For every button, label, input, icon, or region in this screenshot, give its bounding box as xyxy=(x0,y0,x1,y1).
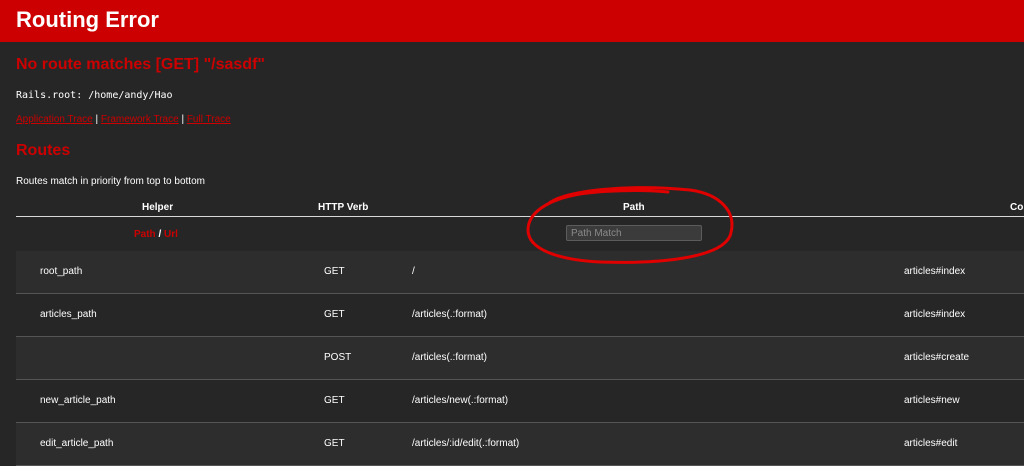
route-path: /articles(.:format) xyxy=(412,352,488,363)
page-body: No route matches [GET] "/sasdf" Rails.ro… xyxy=(0,42,1024,466)
filter-row: Path / Url xyxy=(16,217,1024,251)
table-row: root_path GET / articles#index xyxy=(16,251,1024,294)
column-header-http-verb: HTTP Verb xyxy=(318,202,369,213)
route-controller: articles#new xyxy=(904,395,960,406)
route-path: /articles/new(.:format) xyxy=(412,395,509,406)
route-verb: GET xyxy=(324,309,345,320)
route-controller: articles#index xyxy=(904,309,966,320)
route-path: / xyxy=(412,266,415,277)
table-row: articles_path GET /articles(.:format) ar… xyxy=(16,294,1024,337)
column-header-controller: Co xyxy=(1010,202,1024,213)
route-helper: articles_path xyxy=(40,309,97,320)
route-verb: GET xyxy=(324,438,345,449)
route-controller: articles#edit xyxy=(904,438,958,449)
full-trace-link[interactable]: Full Trace xyxy=(187,114,231,125)
header-bar: Routing Error xyxy=(0,0,1024,42)
routes-subtitle: Routes match in priority from top to bot… xyxy=(16,176,205,187)
route-verb: POST xyxy=(324,352,352,363)
page-title: Routing Error xyxy=(16,7,159,32)
trace-separator: | xyxy=(92,114,101,125)
table-row: POST /articles(.:format) articles#create xyxy=(16,337,1024,380)
route-helper: root_path xyxy=(40,266,83,277)
url-helper-link[interactable]: Url xyxy=(164,229,178,240)
route-controller: articles#index xyxy=(904,266,966,277)
route-path: /articles(.:format) xyxy=(412,309,488,320)
route-helper: new_article_path xyxy=(40,395,116,406)
table-row: edit_article_path GET /articles/:id/edit… xyxy=(16,423,1024,466)
framework-trace-link[interactable]: Framework Trace xyxy=(101,114,179,125)
table-header-row: Helper HTTP Verb Path Co xyxy=(16,200,1024,217)
route-path: /articles/:id/edit(.:format) xyxy=(412,438,520,449)
route-controller: articles#create xyxy=(904,352,970,363)
table-row: new_article_path GET /articles/new(.:for… xyxy=(16,380,1024,423)
application-trace-link[interactable]: Application Trace xyxy=(16,114,93,125)
path-helper-link[interactable]: Path xyxy=(134,229,156,240)
routes-heading: Routes xyxy=(16,142,71,159)
route-verb: GET xyxy=(324,266,345,277)
rails-root-text: Rails.root: /home/andy/Hao xyxy=(16,90,173,101)
routes-table: Helper HTTP Verb Path Co Path / Url root… xyxy=(16,200,1024,466)
trace-links: Application Trace | Framework Trace | Fu… xyxy=(16,114,231,126)
error-heading: No route matches [GET] "/sasdf" xyxy=(16,56,265,73)
column-header-helper: Helper xyxy=(142,202,174,213)
helper-separator: / xyxy=(155,229,165,240)
route-helper: edit_article_path xyxy=(40,438,114,449)
route-verb: GET xyxy=(324,395,345,406)
column-header-path: Path xyxy=(623,202,645,213)
trace-separator: | xyxy=(178,114,187,125)
helper-toggle: Path / Url xyxy=(134,229,178,241)
path-match-input[interactable] xyxy=(566,225,702,241)
